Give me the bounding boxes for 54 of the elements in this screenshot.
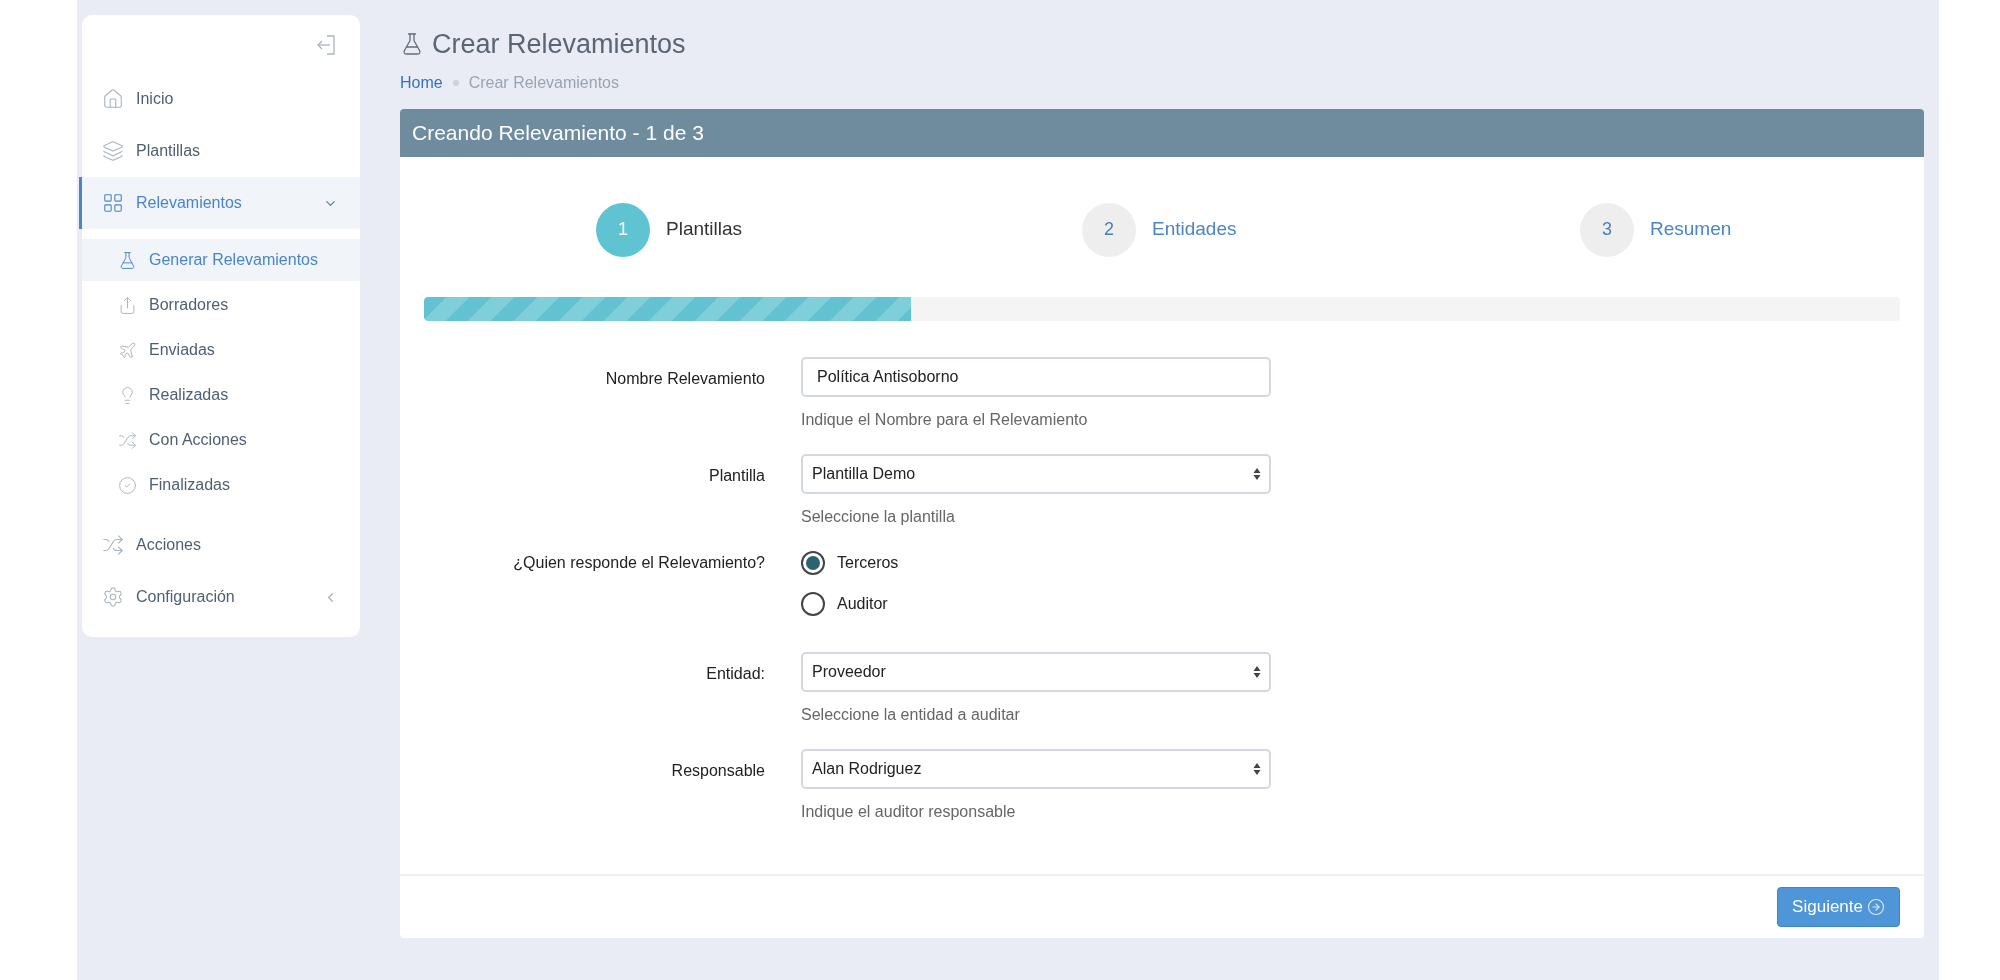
arrow-right-circle-icon (1867, 897, 1885, 916)
step-label[interactable]: Resumen (1650, 215, 1732, 244)
field-label: Responsable (671, 760, 765, 781)
help-text: Indique el auditor responsable (801, 801, 1017, 822)
radio-button[interactable] (801, 591, 825, 616)
step-number[interactable]: 3 (1580, 202, 1634, 257)
step-label[interactable]: Entidades (1152, 215, 1237, 244)
menu-item[interactable]: Plantillas (82, 125, 360, 177)
plane-icon (118, 340, 137, 360)
select-field[interactable]: Plantilla Demo (801, 453, 1271, 494)
submenu-item[interactable]: Generar Relevamientos (82, 239, 360, 281)
breadcrumb-separator (452, 79, 459, 86)
select-field[interactable]: Alan Rodriguez (801, 748, 1271, 789)
layers-icon (102, 140, 124, 162)
submenu-item[interactable]: Finalizadas (82, 464, 360, 506)
submenu-item[interactable]: Con Acciones (82, 419, 360, 461)
flask-icon (118, 250, 137, 270)
submenu-item[interactable]: Borradores (82, 284, 360, 326)
submenu-item[interactable]: Enviadas (82, 329, 360, 371)
submenu-item[interactable]: Realizadas (82, 374, 360, 416)
radio-label: Terceros (837, 552, 899, 573)
check-circle-icon (118, 475, 137, 495)
select-arrows-icon (1253, 664, 1261, 679)
step-number[interactable]: 2 (1082, 202, 1136, 257)
field-label: Nombre Relevamiento (605, 368, 765, 389)
menu-item[interactable]: Acciones (82, 519, 360, 571)
menu-item[interactable]: Configuración (82, 571, 360, 623)
page-title: Crear Relevamientos (432, 28, 686, 61)
menu-item[interactable]: Inicio (82, 73, 360, 125)
select-arrows-icon (1253, 466, 1261, 481)
select-arrows-icon (1253, 761, 1261, 776)
shuffle-icon (118, 430, 137, 450)
flask-icon (400, 31, 424, 58)
grid-icon (102, 192, 124, 214)
shuffle-icon (102, 534, 124, 556)
panel-header: Creando Relevamiento - 1 de 3 (400, 108, 1924, 157)
radio-label: Auditor (837, 593, 888, 614)
step-label[interactable]: Plantillas (666, 215, 743, 244)
home-icon (102, 88, 124, 110)
menu-item[interactable]: Relevamientos (82, 177, 360, 229)
help-text: Seleccione la plantilla (801, 506, 956, 527)
active-indicator (79, 177, 82, 229)
select-field[interactable]: Proveedor (801, 651, 1271, 692)
share-icon (118, 295, 137, 315)
settings-icon (102, 586, 124, 608)
help-text: Seleccione la entidad a auditar (801, 704, 1021, 725)
breadcrumb-link[interactable]: Home (400, 70, 443, 95)
help-text: Indique el Nombre para el Relevamiento (801, 409, 1089, 430)
field-label: Entidad: (706, 663, 765, 684)
field-label: ¿Quien responde el Relevamiento? (513, 552, 765, 573)
input-field[interactable]: Política Antisoborno (801, 356, 1271, 397)
breadcrumb-current: Crear Relevamientos (468, 72, 619, 93)
field-label: Plantilla (708, 465, 765, 486)
radio-button[interactable] (801, 550, 825, 575)
